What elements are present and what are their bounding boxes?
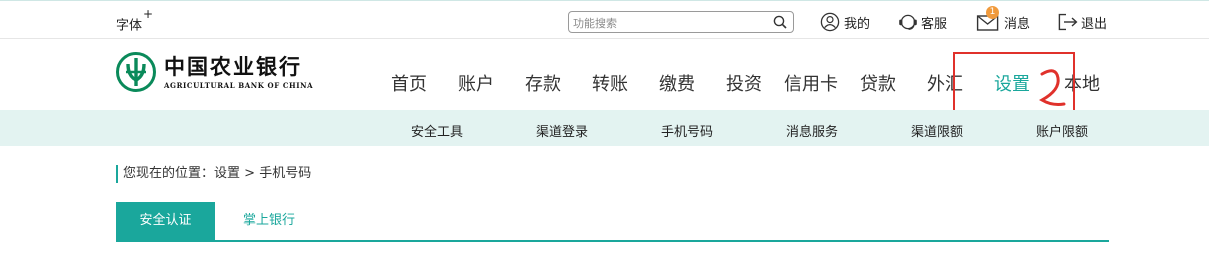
bank-logo[interactable]: 中国农业银行 AGRICULTURAL BANK OF CHINA xyxy=(116,52,313,92)
nav-home[interactable]: 首页 xyxy=(391,73,427,97)
nav-payment[interactable]: 缴费 xyxy=(659,73,695,97)
logout-icon xyxy=(1058,13,1078,31)
messages-label: 消息 xyxy=(1004,16,1031,32)
user-icon xyxy=(820,12,840,32)
bank-name-en: AGRICULTURAL BANK OF CHINA xyxy=(164,80,314,90)
headset-icon xyxy=(899,14,917,30)
function-search xyxy=(568,11,794,34)
tab-mobile-banking[interactable]: 掌上银行 xyxy=(222,202,316,240)
breadcrumb-settings[interactable]: 设置 xyxy=(214,165,240,183)
nav-transfer[interactable]: 转账 xyxy=(592,73,628,97)
logout-link[interactable]: 退出 xyxy=(1057,12,1107,32)
subnav-message-service[interactable]: 消息服务 xyxy=(786,121,838,140)
font-size-plus: + xyxy=(143,7,154,21)
breadcrumb-phone-number: 手机号码 xyxy=(259,166,312,181)
search-input[interactable] xyxy=(569,13,759,34)
my-account-link[interactable]: 我的 xyxy=(820,12,870,32)
breadcrumb-prefix: 您现在的位置： xyxy=(123,166,215,181)
abc-logo-icon xyxy=(116,52,156,92)
tab-security-auth[interactable]: 安全认证 xyxy=(116,202,215,240)
message-count-badge: 1 xyxy=(986,6,999,19)
nav-investment[interactable]: 投资 xyxy=(726,73,762,97)
nav-loan[interactable]: 贷款 xyxy=(860,73,896,97)
subnav-security-tools[interactable]: 安全工具 xyxy=(411,121,463,140)
content-tabs: 安全认证 掌上银行 xyxy=(116,202,1109,242)
nav-credit-card[interactable]: 信用卡 xyxy=(784,73,838,97)
subnav-account-limit[interactable]: 账户限额 xyxy=(1036,121,1088,140)
font-size-label: 字体 xyxy=(116,18,143,34)
subnav-channel-login[interactable]: 渠道登录 xyxy=(536,121,588,140)
bank-name-cn: 中国农业银行 xyxy=(164,53,302,79)
customer-service-label: 客服 xyxy=(921,16,948,32)
breadcrumb-separator: > xyxy=(240,166,260,181)
settings-subnav: 安全工具 渠道登录 手机号码 消息服务 渠道限额 账户限额 xyxy=(0,110,1209,146)
customer-service-link[interactable]: 客服 xyxy=(897,12,947,32)
logout-label: 退出 xyxy=(1081,16,1108,32)
subnav-channel-limit[interactable]: 渠道限额 xyxy=(911,121,963,140)
search-icon[interactable] xyxy=(773,15,787,29)
font-size-toggle[interactable]: 字体+ xyxy=(116,7,153,34)
my-account-label: 我的 xyxy=(844,16,871,32)
subnav-phone-number[interactable]: 手机号码 xyxy=(661,121,713,140)
annotation-scribble xyxy=(1039,69,1066,106)
top-utility-bar: 字体+ 我的 客服 1 消息 xyxy=(0,0,1209,39)
nav-deposit[interactable]: 存款 xyxy=(525,73,561,97)
messages-link[interactable]: 1 消息 xyxy=(976,6,1031,32)
nav-account[interactable]: 账户 xyxy=(458,73,494,97)
breadcrumb: 您现在的位置： 设置 > 手机号码 xyxy=(116,165,311,183)
